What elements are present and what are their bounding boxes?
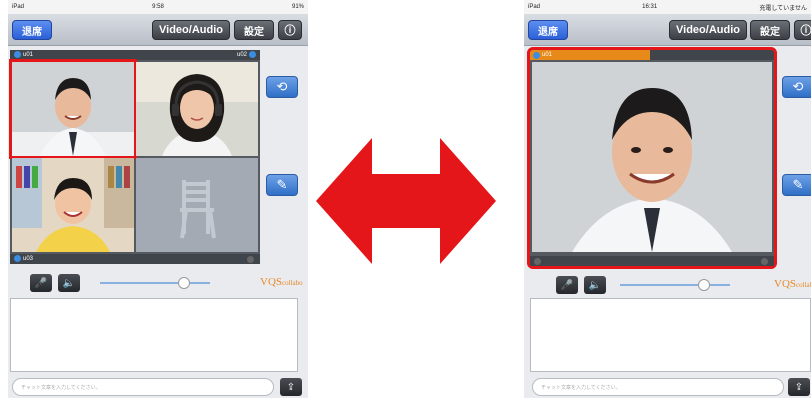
panel-header: u01 <box>530 50 774 60</box>
info-button[interactable]: ⓘ <box>278 20 302 40</box>
exit-button[interactable]: 退席 <box>12 20 52 40</box>
mic-button[interactable]: 🎤 <box>556 276 578 294</box>
chat-log[interactable] <box>530 298 811 372</box>
chat-placeholder: チャット文章を入力してください。 <box>541 384 621 391</box>
participant-man-image <box>532 62 772 252</box>
video-audio-label: Video/Audio <box>676 24 740 36</box>
video-tile-u01-large[interactable] <box>532 62 772 252</box>
battery-label: 充電していません <box>759 5 807 12</box>
video-tile-u03[interactable] <box>12 158 134 252</box>
controls-row: 🎤 🔈 VQScollabo <box>28 272 303 294</box>
brand-logo: VQScollabo <box>260 276 303 288</box>
panel-footer: u03 <box>10 254 260 264</box>
brand-suffix: collabo <box>796 281 811 289</box>
tile-label-u01: u01 <box>23 52 34 59</box>
battery-label: 91% <box>291 4 304 10</box>
settings-button[interactable]: 設定 <box>750 20 790 40</box>
exit-button[interactable]: 退席 <box>528 20 568 40</box>
status-bar: iPad 16:31 充電していません <box>524 0 811 14</box>
mic-button[interactable]: 🎤 <box>30 274 52 292</box>
video-tile-u01[interactable] <box>9 59 137 159</box>
brand-name: VQS <box>260 276 283 288</box>
volume-slider-knob[interactable] <box>698 279 710 291</box>
participant-man-image <box>12 62 134 156</box>
tile-label-u01: u01 <box>542 52 553 58</box>
user-dot-icon <box>247 255 254 263</box>
brand-suffix: collabo <box>282 279 303 287</box>
panel-footer <box>530 256 774 266</box>
empty-chair-icon <box>180 180 216 239</box>
user-dot-icon <box>14 255 21 263</box>
send-button[interactable]: ⇪ <box>280 378 302 396</box>
video-audio-button[interactable]: Video/Audio <box>152 20 230 40</box>
comparison-stage: iPad 9:58 91% 退席 Video/Audio 設定 ⓘ u01 u0… <box>0 0 811 398</box>
brand-name: VQS <box>774 278 797 290</box>
user-dot-icon <box>761 257 768 265</box>
camera-switch-button[interactable]: ⟲ <box>266 76 298 98</box>
volume-slider-track[interactable] <box>620 284 730 286</box>
ipad-grid-view: iPad 9:58 91% 退席 Video/Audio 設定 ⓘ u01 u0… <box>8 0 308 398</box>
status-bar: iPad 9:58 91% <box>8 0 308 14</box>
chat-placeholder: チャット文章を入力してください。 <box>21 384 101 391</box>
controls-row: 🎤 🔈 VQScollabo <box>548 274 811 296</box>
nav-bar: 退席 Video/Audio 設定 ⓘ <box>524 14 811 46</box>
tile-label-u03: u03 <box>23 256 34 263</box>
user-dot-icon <box>14 51 21 59</box>
chat-input[interactable]: チャット文章を入力してください。 <box>532 378 784 396</box>
single-video-panel: u01 <box>527 47 777 269</box>
video-grid-panel: u01 u02 u03 <box>9 50 260 264</box>
tile-label-u02: u02 <box>236 52 247 59</box>
chat-input[interactable]: チャット文章を入力してください。 <box>12 378 274 396</box>
settings-button[interactable]: 設定 <box>234 20 274 40</box>
video-audio-button[interactable]: Video/Audio <box>669 20 747 40</box>
ipad-single-view: iPad 16:31 充電していません 退席 Video/Audio 設定 ⓘ … <box>524 0 811 398</box>
brand-logo: VQScollabo <box>774 278 811 290</box>
send-button[interactable]: ⇪ <box>788 378 810 396</box>
info-button[interactable]: ⓘ <box>794 20 811 40</box>
nav-bar: 退席 Video/Audio 設定 ⓘ <box>8 14 308 46</box>
double-arrow-icon <box>316 138 496 264</box>
video-audio-label: Video/Audio <box>159 24 223 36</box>
chat-log[interactable] <box>10 298 298 372</box>
video-tile-u02[interactable] <box>136 62 258 156</box>
participant-girl-image <box>136 62 258 156</box>
panel-header: u01 u02 <box>10 50 260 60</box>
edit-button[interactable]: ✎ <box>782 174 811 196</box>
camera-switch-button[interactable]: ⟲ <box>782 76 811 98</box>
user-dot-icon <box>533 51 540 59</box>
participant-boy-image <box>12 158 134 252</box>
carrier-label: iPad <box>528 4 541 10</box>
edit-button[interactable]: ✎ <box>266 174 298 196</box>
speaker-button[interactable]: 🔈 <box>584 276 606 294</box>
volume-slider-track[interactable] <box>100 282 210 284</box>
clock-label: 9:58 <box>152 4 164 10</box>
speaker-button[interactable]: 🔈 <box>58 274 80 292</box>
carrier-label: iPad <box>12 4 25 10</box>
video-tile-empty <box>136 158 258 252</box>
active-speaker-bar: u01 <box>530 50 650 60</box>
clock-label: 16:31 <box>642 4 658 10</box>
user-dot-icon <box>534 257 541 265</box>
user-dot-icon <box>249 51 256 59</box>
volume-slider-knob[interactable] <box>178 277 190 289</box>
